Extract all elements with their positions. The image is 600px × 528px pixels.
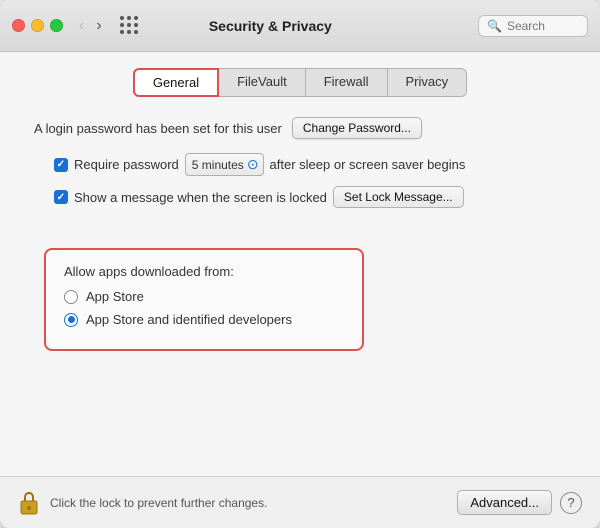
lock-icon <box>18 489 40 517</box>
set-lock-message-button[interactable]: Set Lock Message... <box>333 186 464 208</box>
main-window: ‹ › Security & Privacy 🔍 General FileVau… <box>0 0 600 528</box>
require-password-label: Require password <box>74 157 179 172</box>
app-store-identified-label: App Store and identified developers <box>86 312 292 327</box>
tab-firewall[interactable]: Firewall <box>306 68 388 97</box>
window-title: Security & Privacy <box>63 18 478 34</box>
require-password-checkbox[interactable] <box>54 158 68 172</box>
lock-text: Click the lock to prevent further change… <box>50 496 457 510</box>
app-store-radio-row: App Store <box>64 289 344 304</box>
search-input[interactable] <box>507 19 577 33</box>
minimize-button[interactable] <box>31 19 44 32</box>
after-sleep-label: after sleep or screen saver begins <box>270 157 466 172</box>
app-store-identified-radio[interactable] <box>64 313 78 327</box>
password-duration-value: 5 minutes <box>192 158 244 172</box>
search-box[interactable]: 🔍 <box>478 15 588 37</box>
show-message-label: Show a message when the screen is locked <box>74 190 327 205</box>
titlebar: ‹ › Security & Privacy 🔍 <box>0 0 600 52</box>
change-password-button[interactable]: Change Password... <box>292 117 422 139</box>
require-password-row: Require password 5 minutes ⊙ after sleep… <box>54 153 576 176</box>
allow-apps-title: Allow apps downloaded from: <box>64 264 344 279</box>
tab-general[interactable]: General <box>133 68 219 97</box>
app-store-identified-radio-row: App Store and identified developers <box>64 312 344 327</box>
tab-privacy[interactable]: Privacy <box>388 68 468 97</box>
password-text: A login password has been set for this u… <box>34 121 282 136</box>
password-duration-dropdown[interactable]: 5 minutes ⊙ <box>185 153 264 176</box>
allow-apps-box: Allow apps downloaded from: App Store Ap… <box>44 248 364 351</box>
help-button[interactable]: ? <box>560 492 582 514</box>
close-button[interactable] <box>12 19 25 32</box>
bottom-bar: Click the lock to prevent further change… <box>0 476 600 528</box>
show-message-row: Show a message when the screen is locked… <box>54 186 576 208</box>
tab-filevault[interactable]: FileVault <box>219 68 306 97</box>
search-icon: 🔍 <box>487 19 502 33</box>
traffic-lights <box>12 19 63 32</box>
settings-area: A login password has been set for this u… <box>24 117 576 351</box>
password-row: A login password has been set for this u… <box>34 117 576 139</box>
show-message-checkbox[interactable] <box>54 190 68 204</box>
content-area: General FileVault Firewall Privacy A log… <box>0 52 600 476</box>
dropdown-arrow-icon: ⊙ <box>247 156 259 173</box>
maximize-button[interactable] <box>50 19 63 32</box>
app-store-label: App Store <box>86 289 144 304</box>
app-store-radio[interactable] <box>64 290 78 304</box>
advanced-button[interactable]: Advanced... <box>457 490 552 515</box>
tabs-row: General FileVault Firewall Privacy <box>24 68 576 97</box>
